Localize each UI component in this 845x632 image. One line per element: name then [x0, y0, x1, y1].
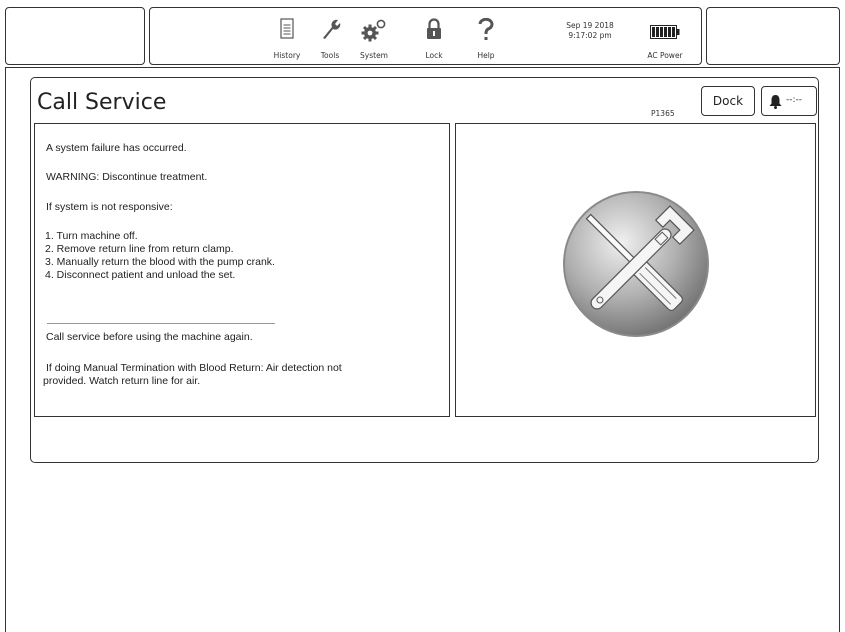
- message-warning: WARNING: Discontinue treatment.: [46, 171, 208, 183]
- divider: [47, 323, 275, 324]
- wrench-icon: [323, 19, 341, 39]
- alarm-button[interactable]: --:--: [761, 86, 817, 116]
- message-call-service: Call service before using the machine ag…: [46, 331, 253, 343]
- illustration-box: [455, 123, 816, 417]
- message-watch-air: provided. Watch return line for air.: [43, 375, 201, 387]
- nav-tools-label: Tools: [320, 51, 340, 60]
- time-text: 9:17:02 pm: [568, 31, 612, 40]
- power-status: AC Power: [647, 51, 683, 60]
- document-icon: [280, 18, 294, 39]
- topbar-left-slot: [5, 7, 145, 65]
- list-item: 3. Manually return the blood with the pu…: [45, 256, 275, 268]
- gears-icon: [361, 19, 386, 42]
- bell-icon: [769, 95, 782, 109]
- topbar-right-slot: [706, 7, 840, 65]
- error-code: P1365: [651, 109, 675, 118]
- nav-help-label: Help: [477, 51, 495, 60]
- battery-icon: [650, 25, 680, 39]
- nav-tools[interactable]: Tools: [305, 8, 355, 66]
- list-item: 4. Disconnect patient and unload the set…: [45, 269, 236, 281]
- steps-list: 1. Turn machine off. 2. Remove return li…: [45, 230, 275, 282]
- date-text: Sep 19 2018: [566, 21, 614, 30]
- nav-help[interactable]: Help: [461, 8, 511, 66]
- service-tools-icon: [563, 191, 709, 337]
- datetime: Sep 19 2018 9:17:02 pm: [555, 21, 625, 41]
- nav-lock[interactable]: Lock: [409, 8, 459, 66]
- nav-system[interactable]: System: [349, 8, 399, 66]
- message-not-responsive: If system is not responsive:: [46, 201, 173, 213]
- call-service-panel: Call Service P1365 Dock --:-- A system f…: [30, 77, 819, 463]
- message-manual-termination: If doing Manual Termination with Blood R…: [46, 362, 342, 374]
- nav-lock-label: Lock: [425, 51, 443, 60]
- message-failure: A system failure has occurred.: [46, 142, 187, 154]
- question-icon: [478, 18, 494, 40]
- list-item: 2. Remove return line from return clamp.: [45, 243, 234, 255]
- dock-button[interactable]: Dock: [701, 86, 755, 116]
- topbar-nav: History Tools System Lock Help Sep 19 20…: [149, 7, 702, 65]
- list-item: 1. Turn machine off.: [45, 230, 138, 242]
- page-title: Call Service: [37, 90, 167, 115]
- padlock-icon: [427, 18, 441, 39]
- message-box: A system failure has occurred. WARNING: …: [34, 123, 450, 417]
- alarm-time: --:--: [786, 95, 803, 105]
- nav-system-label: System: [360, 51, 388, 60]
